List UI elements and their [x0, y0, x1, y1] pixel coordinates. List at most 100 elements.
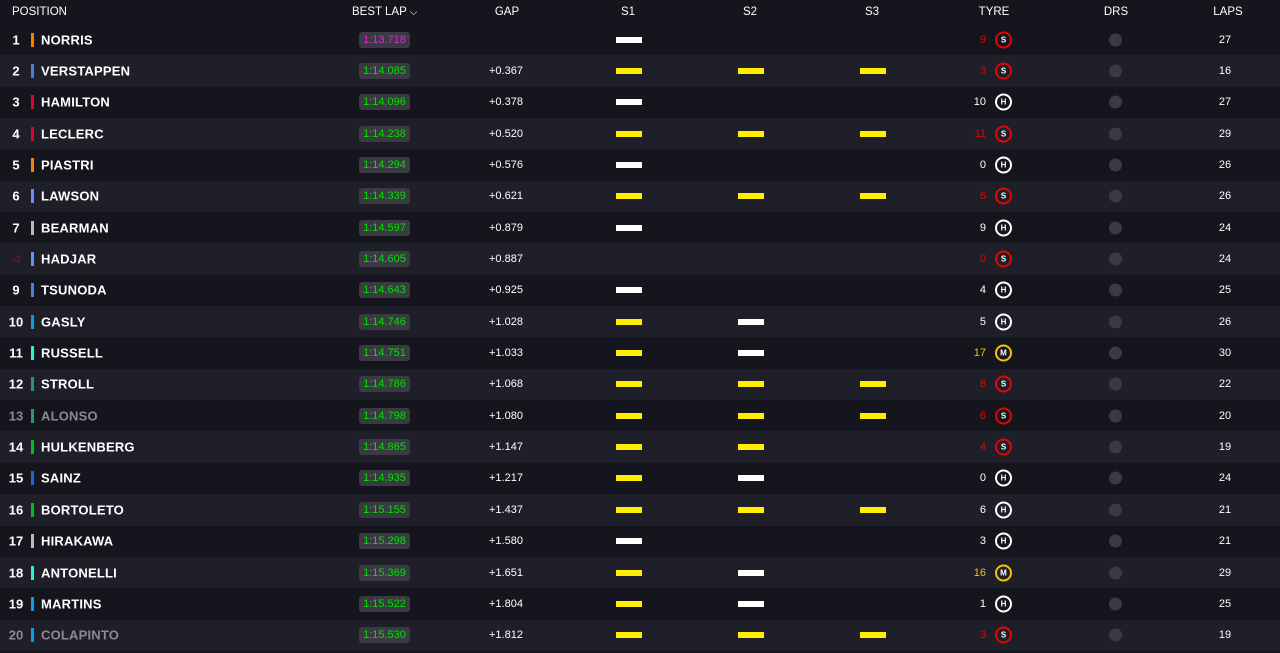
position: 18: [8, 565, 24, 581]
best-lap-time: 1:14.865: [359, 439, 410, 456]
laps-count: 25: [1218, 284, 1232, 297]
table-row[interactable]: 2 VERSTAPPEN 1:14.085 +0.367 3 S 16: [0, 55, 1280, 87]
sector-s1-bar: [616, 600, 642, 607]
best-lap-time: 1:15.522: [359, 595, 410, 612]
sector-s2-bar: [738, 193, 764, 200]
table-row[interactable]: 17 HIRAKAWA 1:15.298 +1.580 3 H 21: [0, 525, 1280, 557]
driver-name[interactable]: LECLERC: [41, 126, 104, 141]
header-tyre[interactable]: TYRE: [979, 6, 1010, 18]
driver-name[interactable]: ALONSO: [41, 408, 98, 423]
sector-s1-bar: [616, 130, 642, 137]
drs-indicator: [1109, 471, 1122, 485]
sector-s3-bar: [860, 506, 886, 513]
sector-s1-bar: [616, 162, 642, 169]
sector-s1-bar: [616, 318, 642, 325]
sector-s2-bar: [738, 318, 764, 325]
drs-indicator: [1109, 283, 1122, 297]
drs-indicator: [1109, 95, 1122, 109]
tyre-laps: 3: [979, 65, 986, 78]
driver-name[interactable]: HADJAR: [41, 252, 96, 267]
table-row[interactable]: 19 MARTINS 1:15.522 +1.804 1 H 25: [0, 588, 1280, 620]
best-lap-time: 1:15.298: [359, 533, 410, 550]
header-gap[interactable]: GAP: [495, 6, 519, 18]
position: 13: [8, 408, 24, 424]
driver-name[interactable]: PIASTRI: [41, 158, 94, 173]
sector-s1-bar: [616, 632, 642, 639]
table-row[interactable]: 14 HULKENBERG 1:14.865 +1.147 4 S 19: [0, 431, 1280, 463]
position: 6: [12, 188, 20, 204]
table-row[interactable]: 16 BORTOLETO 1:15.155 +1.437 6 H 21: [0, 494, 1280, 526]
driver-name[interactable]: BEARMAN: [41, 220, 109, 235]
position: 2: [12, 63, 20, 79]
table-row[interactable]: 15 SAINZ 1:14.935 +1.217 0 H 24: [0, 462, 1280, 495]
soft-tyre-icon: S: [995, 375, 1012, 393]
header-s3[interactable]: S3: [865, 6, 879, 18]
drs-indicator: [1109, 33, 1122, 47]
team-color-bar: [31, 126, 34, 141]
table-row[interactable]: 7 BEARMAN 1:14.597 +0.879 9 H 24: [0, 212, 1280, 244]
driver-name[interactable]: GASLY: [41, 314, 86, 329]
driver-name[interactable]: SAINZ: [41, 471, 81, 486]
driver-name[interactable]: HIRAKAWA: [41, 534, 113, 549]
table-row[interactable]: 9 TSUNODA 1:14.643 +0.925 4 H 25: [0, 274, 1280, 307]
driver-name[interactable]: HULKENBERG: [41, 440, 135, 455]
gap-value: +0.576: [489, 159, 523, 172]
drs-indicator: [1109, 127, 1122, 141]
driver-name[interactable]: STROLL: [41, 377, 94, 392]
team-color-bar: [31, 565, 34, 580]
table-row[interactable]: 20 COLAPINTO 1:15.530 +1.812 3 S 19: [0, 619, 1280, 651]
driver-name[interactable]: VERSTAPPEN: [41, 64, 130, 79]
tyre-laps: 0: [979, 159, 986, 172]
header-s1[interactable]: S1: [621, 6, 635, 18]
sector-s2-bar: [738, 600, 764, 607]
header-best-lap[interactable]: BEST LAP ⌵: [352, 6, 417, 18]
table-row[interactable]: 3 HAMILTON 1:14.096 +0.378 10 H 27: [0, 86, 1280, 119]
table-row[interactable]: 12 STROLL 1:14.786 +1.068 8 S 22: [0, 368, 1280, 401]
header-drs[interactable]: DRS: [1104, 6, 1128, 18]
sector-s1-bar: [616, 444, 642, 451]
table-row[interactable]: 11 RUSSELL 1:14.751 +1.033 17 M 30: [0, 337, 1280, 369]
laps-count: 24: [1218, 253, 1232, 266]
driver-name[interactable]: LAWSON: [41, 189, 99, 204]
header-laps[interactable]: LAPS: [1213, 6, 1242, 18]
gap-value: +1.804: [489, 597, 523, 610]
table-row[interactable]: 5 PIASTRI 1:14.294 +0.576 0 H 26: [0, 149, 1280, 181]
sector-s1-bar: [616, 412, 642, 419]
team-color-bar: [31, 502, 34, 517]
driver-name[interactable]: TSUNODA: [41, 283, 107, 298]
driver-name[interactable]: BORTOLETO: [41, 502, 124, 517]
soft-tyre-icon: S: [995, 250, 1012, 268]
sector-s3-bar: [860, 130, 886, 137]
driver-name[interactable]: MARTINS: [41, 596, 102, 611]
position: 14: [8, 439, 24, 455]
tyre-laps: 10: [973, 96, 986, 109]
table-row[interactable]: 10 GASLY 1:14.746 +1.028 5 H 26: [0, 306, 1280, 338]
soft-tyre-icon: S: [995, 62, 1012, 80]
medium-tyre-icon: M: [995, 564, 1012, 582]
chevron-down-icon[interactable]: ⌵: [410, 7, 418, 18]
table-row[interactable]: 4 LECLERC 1:14.238 +0.520 11 S 29: [0, 118, 1280, 150]
gap-value: +1.437: [489, 503, 523, 516]
best-lap-time: 1:14.643: [359, 282, 410, 299]
driver-rows: 1 NORRIS 1:13.718 9 S 27 2 VERSTAPPEN 1:14.085 +0…: [0, 24, 1280, 651]
table-row[interactable]: 18 ANTONELLI 1:15.369 +1.651 16 M 29: [0, 556, 1280, 589]
soft-tyre-icon: S: [995, 31, 1012, 49]
tyre-laps: 0: [979, 472, 986, 485]
driver-name[interactable]: HAMILTON: [41, 95, 110, 110]
sector-s3-bar: [860, 632, 886, 639]
driver-name[interactable]: RUSSELL: [41, 346, 103, 361]
header-position[interactable]: POSITION: [12, 6, 67, 18]
sector-s1-bar: [616, 68, 642, 75]
driver-name[interactable]: COLAPINTO: [41, 628, 119, 643]
soft-tyre-icon: S: [995, 187, 1012, 205]
table-row[interactable]: 6 LAWSON 1:14.339 +0.621 6 S 26: [0, 180, 1280, 213]
table-row[interactable]: 1 NORRIS 1:13.718 9 S 27: [0, 24, 1280, 56]
driver-name[interactable]: ANTONELLI: [41, 565, 117, 580]
driver-name[interactable]: NORRIS: [41, 32, 93, 47]
table-row[interactable]: ◁ HADJAR 1:14.605 +0.887 0 S 24: [0, 243, 1280, 275]
soft-tyre-icon: S: [995, 626, 1012, 644]
table-row[interactable]: 13 ALONSO 1:14.798 +1.080 6 S 20: [0, 400, 1280, 432]
header-s2[interactable]: S2: [743, 6, 757, 18]
team-color-bar: [31, 408, 34, 423]
best-lap-time: 1:14.605: [359, 251, 410, 268]
